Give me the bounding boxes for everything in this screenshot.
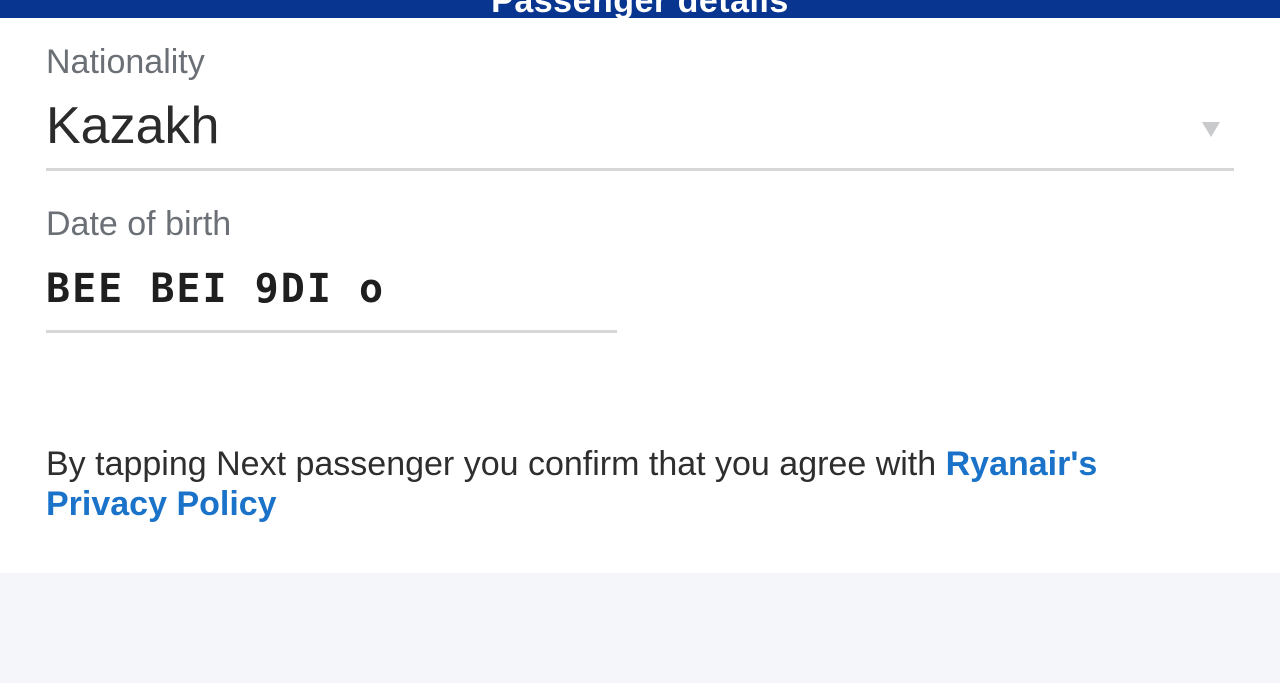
nationality-select[interactable]: Kazakh	[46, 82, 1234, 171]
passenger-details-screen: Passenger details Nationality Kazakh Dat…	[0, 0, 1280, 683]
privacy-policy-link-line1: Ryanair's	[945, 445, 1098, 483]
nationality-field[interactable]: Nationality Kazakh	[46, 42, 1234, 171]
header-title: Passenger details	[0, 0, 1280, 18]
date-of-birth-label: Date of birth	[46, 205, 232, 243]
date-of-birth-input[interactable]: BEE BEI 9DI o	[46, 244, 617, 333]
date-of-birth-field[interactable]: Date of birth BEE BEI 9DI o	[46, 204, 617, 333]
consent-text: By tapping Next passenger you confirm th…	[46, 445, 946, 483]
privacy-policy-link-line2: Privacy Policy	[46, 485, 277, 523]
dropdown-triangle-icon[interactable]	[1202, 122, 1220, 137]
nationality-value: Kazakh	[46, 97, 220, 155]
nationality-label: Nationality	[46, 43, 205, 81]
app-header: Passenger details	[0, 0, 1280, 18]
date-of-birth-value: BEE BEI 9DI o	[46, 266, 386, 312]
privacy-consent-text: By tapping Next passenger you confirm th…	[46, 444, 1166, 524]
footer-area	[0, 573, 1280, 683]
